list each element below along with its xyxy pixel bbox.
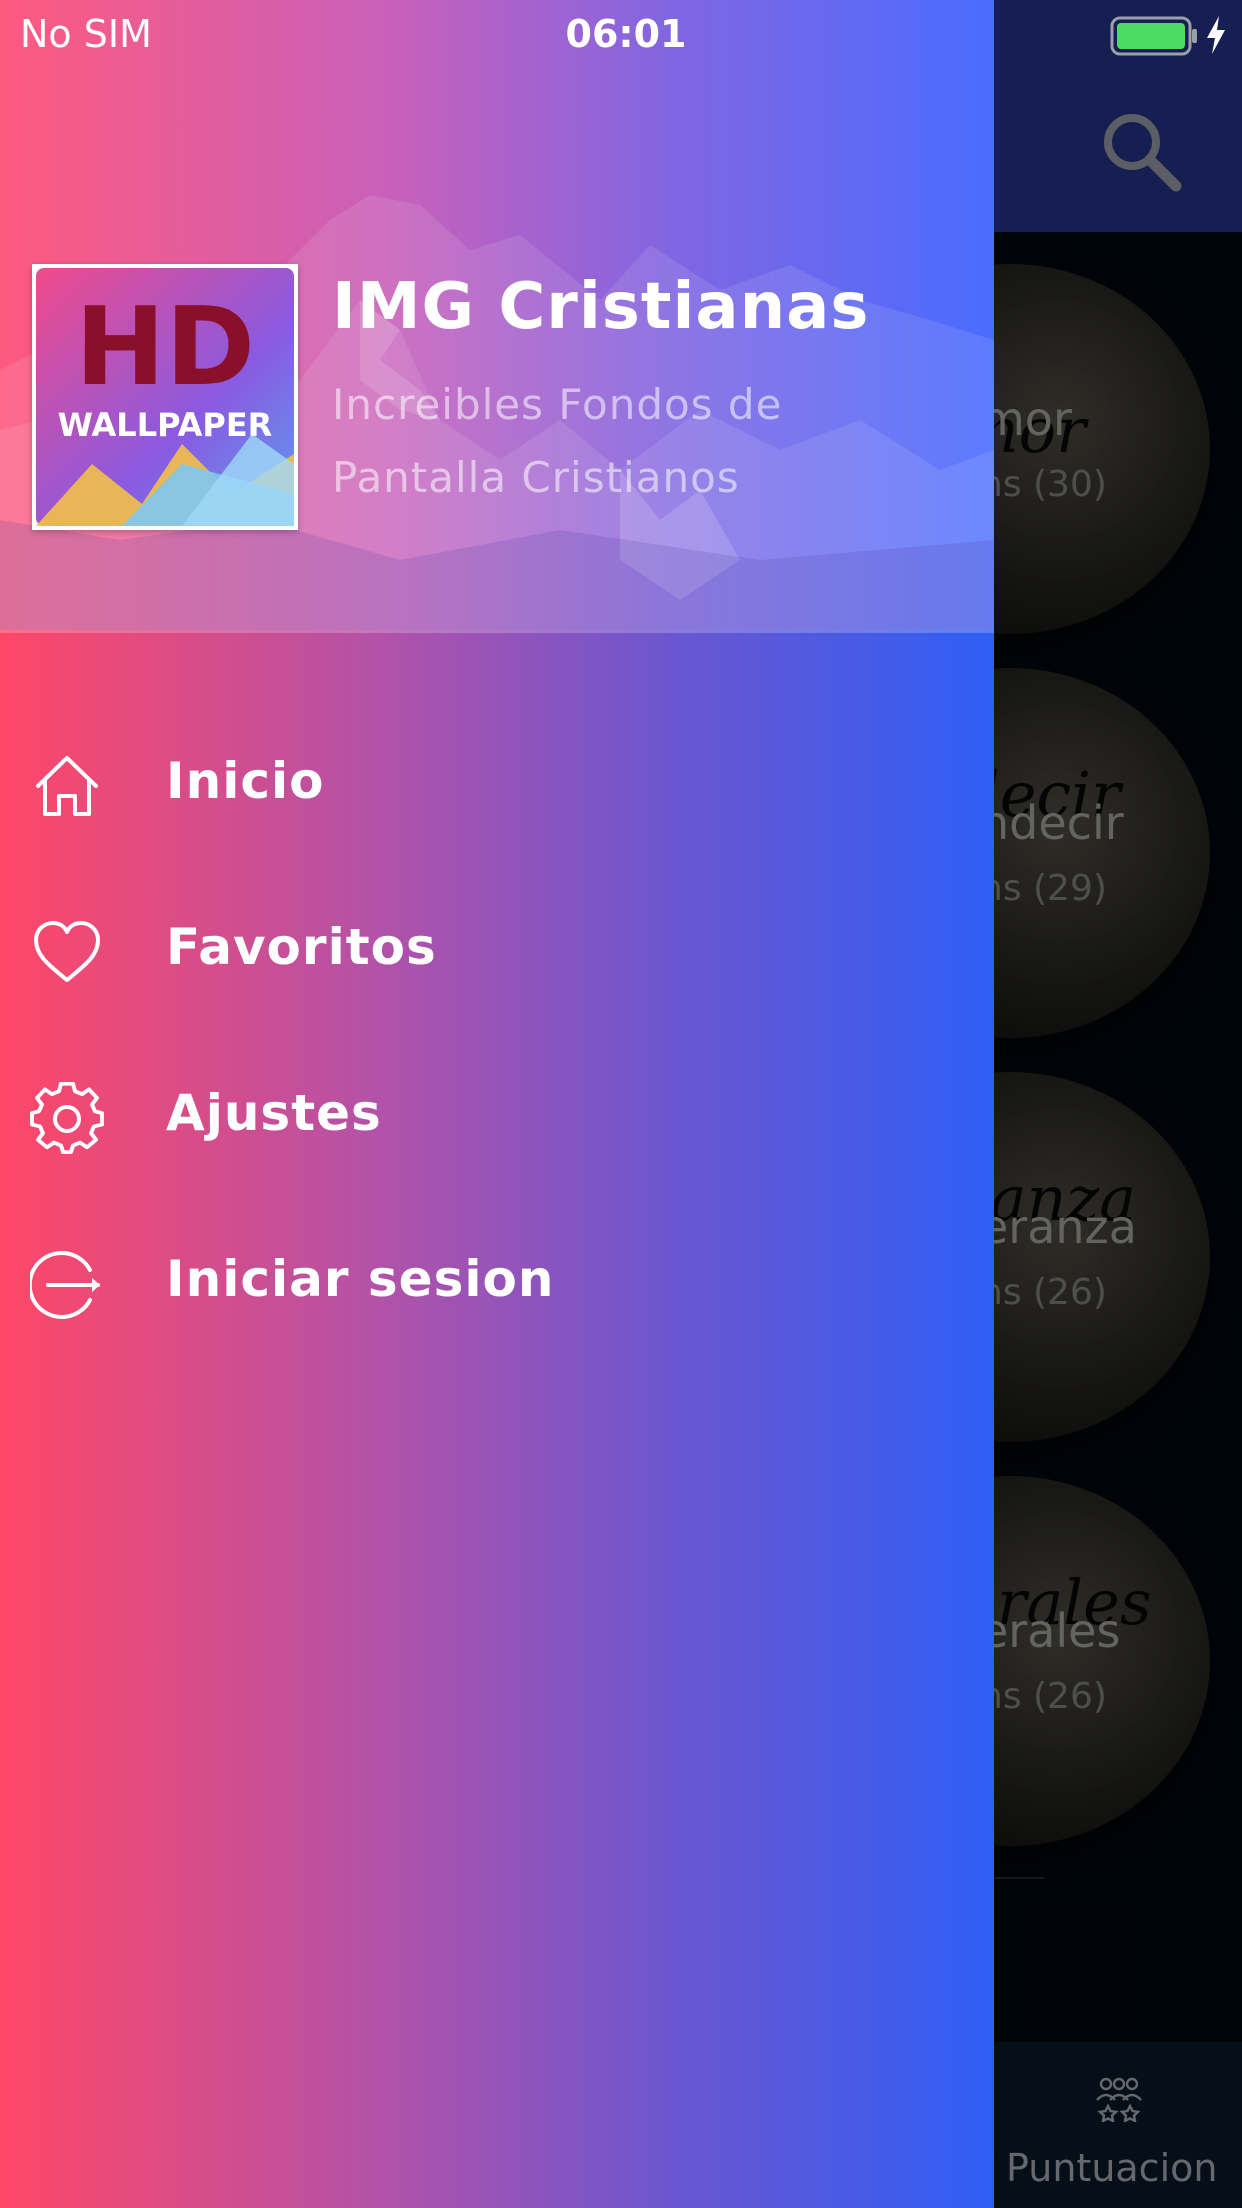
lightning-bolt-icon bbox=[1207, 16, 1225, 54]
heart-icon bbox=[34, 921, 100, 982]
menu-label: Inicio bbox=[166, 752, 325, 810]
navigation-drawer: HD WALLPAPER IMG Cristianas Increibles F… bbox=[0, 0, 994, 2208]
menu-item-ajustes[interactable]: Ajustes bbox=[0, 1052, 994, 1172]
svg-text:WALLPAPER: WALLPAPER bbox=[58, 406, 273, 444]
menu-item-favoritos[interactable]: Favoritos bbox=[0, 886, 994, 1006]
status-time: 06:01 bbox=[565, 12, 687, 56]
drawer-header: HD WALLPAPER IMG Cristianas Increibles F… bbox=[0, 0, 994, 630]
svg-text:HD: HD bbox=[75, 285, 255, 410]
hd-wallpaper-logo-image: HD WALLPAPER bbox=[36, 268, 294, 526]
status-bar: No SIM 06:01 bbox=[0, 0, 1242, 68]
gear-icon bbox=[30, 1082, 104, 1155]
menu-item-iniciar-sesion[interactable]: Iniciar sesion bbox=[0, 1218, 994, 1338]
app-title: IMG Cristianas bbox=[332, 270, 870, 344]
menu-label: Iniciar sesion bbox=[166, 1250, 555, 1308]
battery-full-icon bbox=[1110, 16, 1197, 56]
app-logo: HD WALLPAPER bbox=[32, 264, 298, 530]
menu-label: Favoritos bbox=[166, 918, 437, 976]
login-icon bbox=[30, 1251, 100, 1319]
header-divider bbox=[0, 630, 994, 633]
app-subtitle: Increibles Fondos de Pantalla Cristianos bbox=[332, 380, 783, 502]
menu-item-inicio[interactable]: Inicio bbox=[0, 720, 994, 840]
menu-label: Ajustes bbox=[166, 1084, 382, 1142]
home-icon bbox=[36, 756, 98, 816]
